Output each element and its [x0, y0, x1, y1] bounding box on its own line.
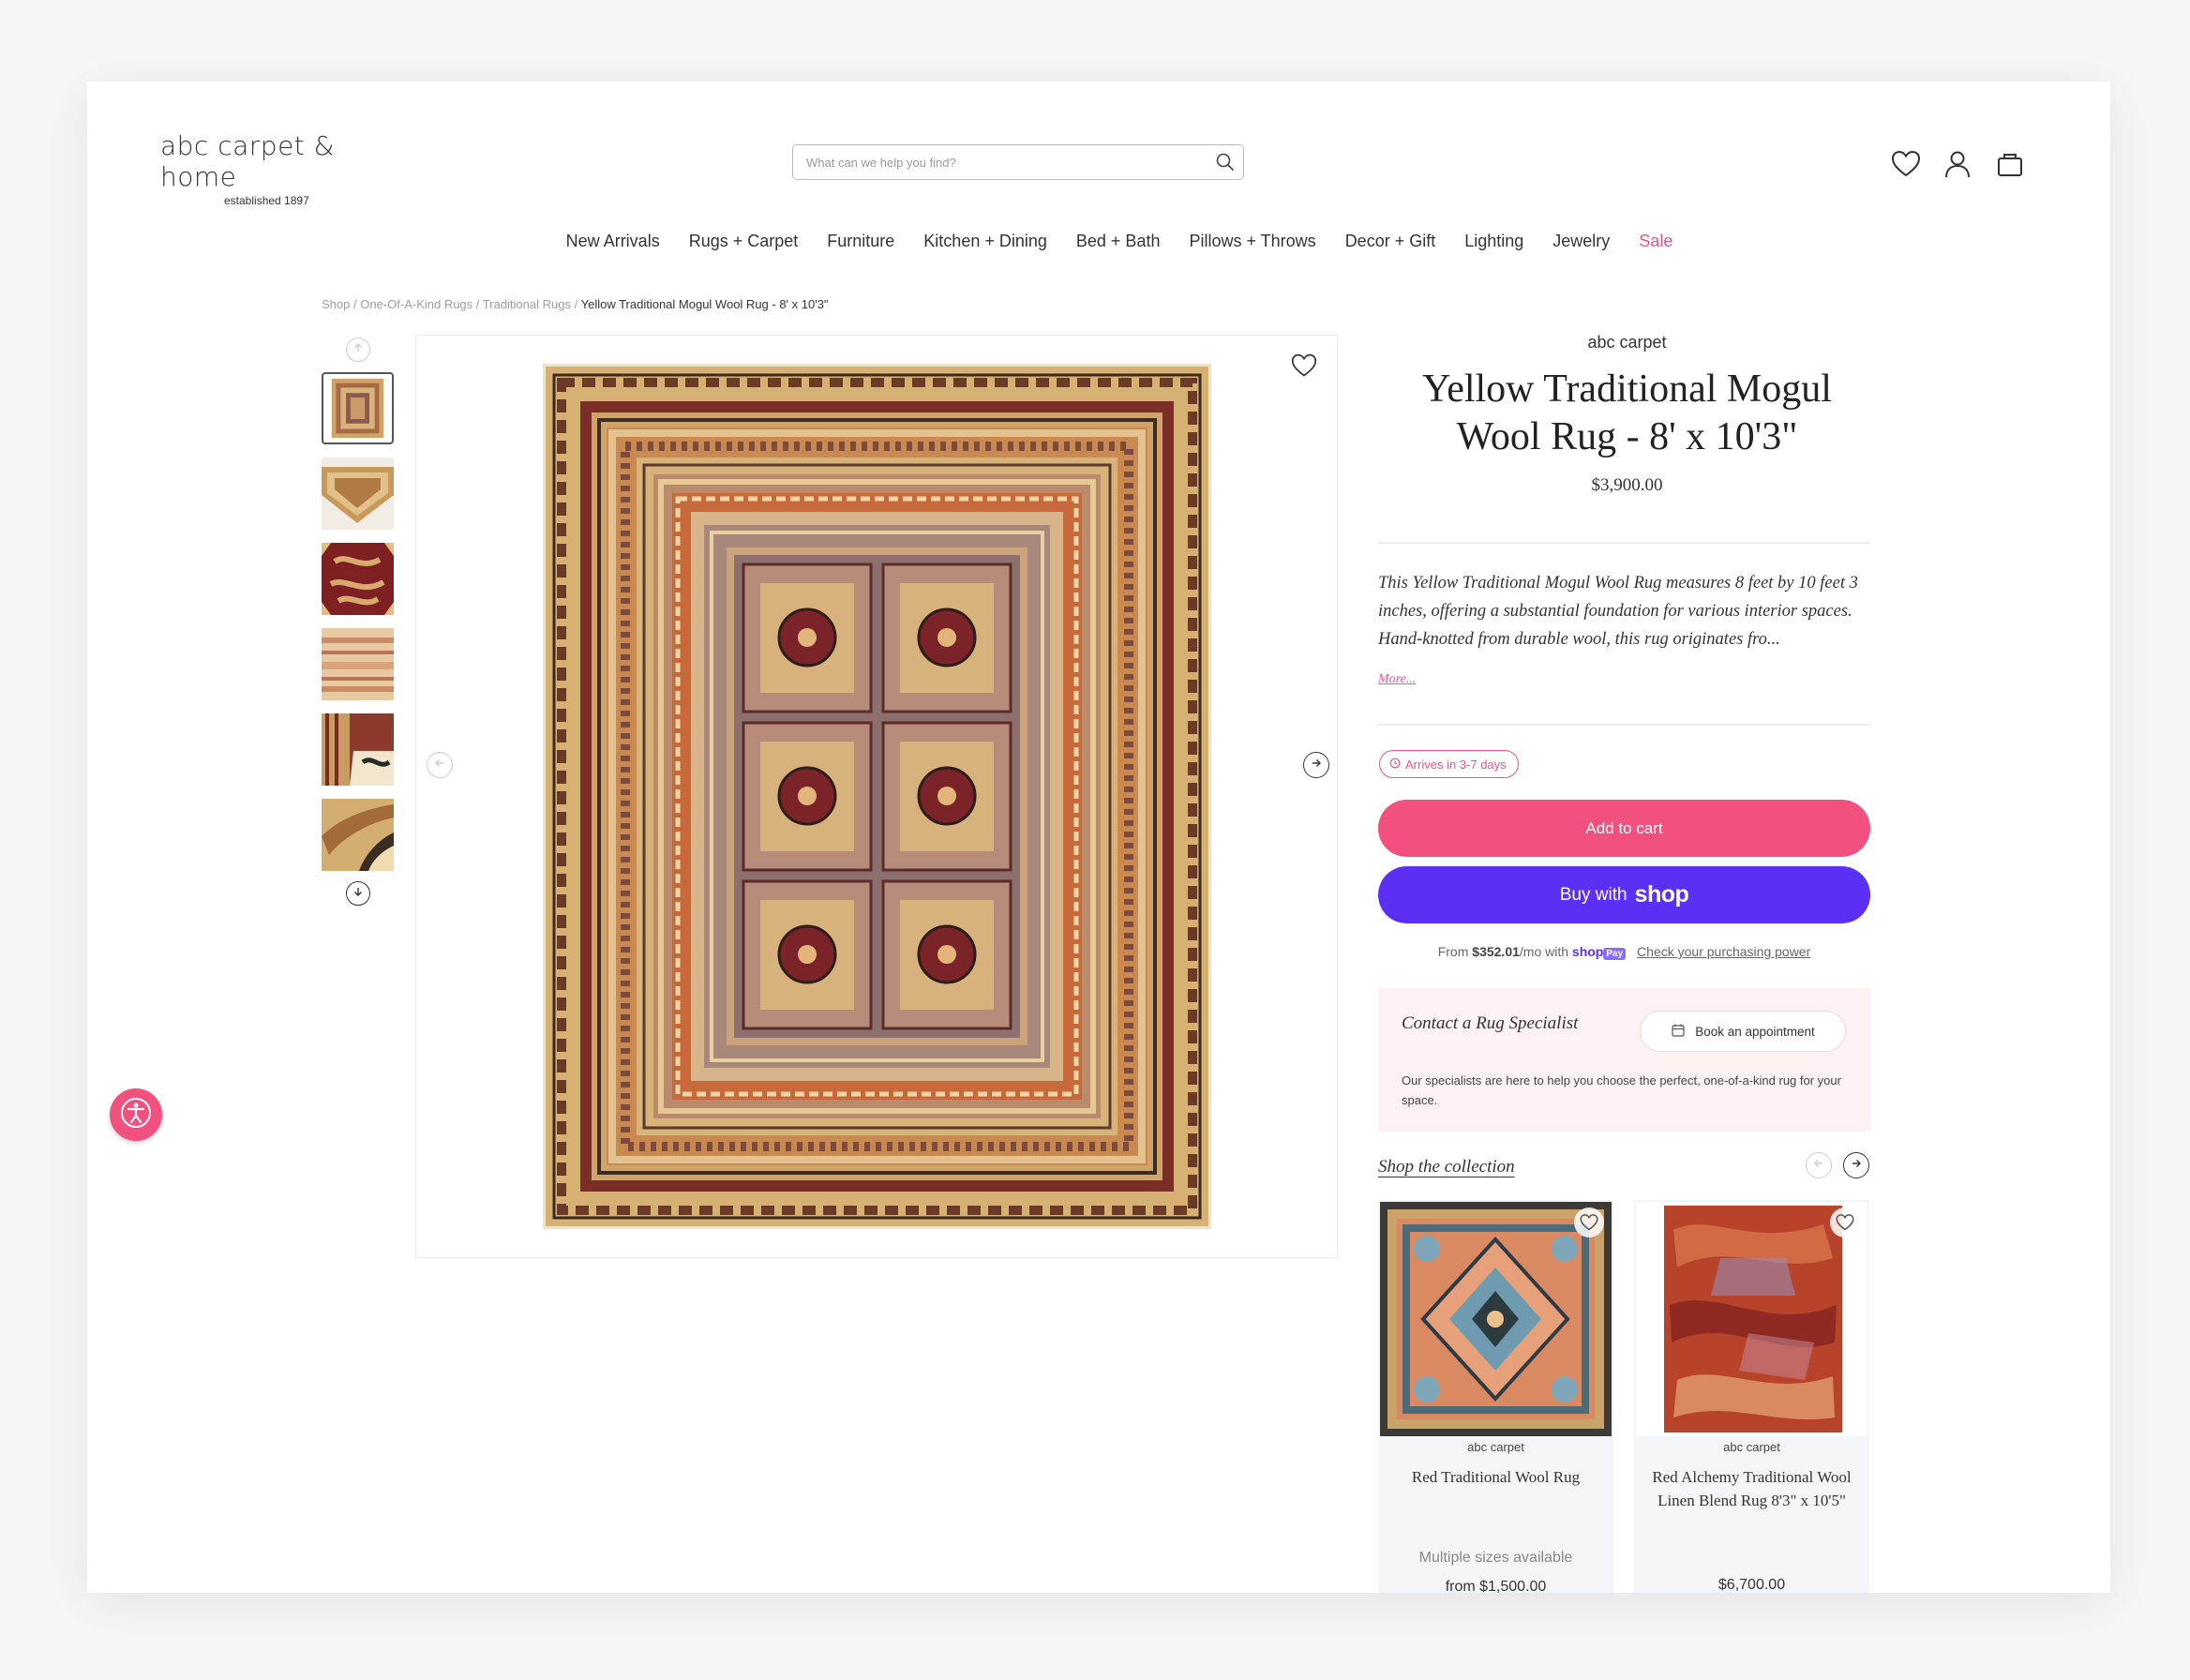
financing-prefix: From: [1437, 944, 1469, 959]
add-to-cart-label: Add to cart: [1585, 818, 1663, 837]
bag-icon[interactable]: [1993, 147, 2027, 181]
shop-logo: shop: [1634, 881, 1689, 908]
nav-pillows-throws[interactable]: Pillows + Throws: [1189, 232, 1315, 251]
product-card-image: [1636, 1202, 1868, 1436]
page: abc carpet & home established 1897 New A…: [87, 82, 2110, 1593]
delivery-text: Arrives in 3-7 days: [1405, 757, 1507, 772]
add-to-cart-button[interactable]: Add to cart: [1378, 800, 1870, 857]
book-appointment-button[interactable]: Book an appointment: [1640, 1011, 1846, 1052]
product-title: Yellow Traditional Mogul Wool Rug - 8' x…: [1422, 368, 1832, 458]
nav-rugs-carpet[interactable]: Rugs + Carpet: [689, 232, 799, 251]
product-card[interactable]: abc carpet Red Alchemy Traditional Wool …: [1634, 1200, 1869, 1593]
financing-info: From $352.01/mo with shop Pay Check your …: [1378, 944, 1870, 960]
specialist-text: Our specialists are here to help you cho…: [1402, 1073, 1841, 1107]
arrow-down-icon: [352, 885, 364, 902]
divider: [1378, 724, 1870, 726]
product-card-image: [1380, 1202, 1612, 1436]
nav-bed-bath[interactable]: Bed + Bath: [1076, 232, 1161, 251]
main-nav: New Arrivals Rugs + Carpet Furniture Kit…: [87, 232, 2110, 251]
thumbnail-5[interactable]: [322, 713, 394, 786]
purchasing-power-link[interactable]: Check your purchasing power: [1637, 944, 1810, 959]
financing-suffix: /mo with: [1519, 944, 1569, 959]
heart-icon[interactable]: [1574, 1208, 1604, 1238]
collection-prev-button[interactable]: [1806, 1152, 1832, 1178]
shop-pay-logo: shop: [1571, 944, 1604, 959]
financing-amount: $352.01: [1472, 944, 1520, 959]
breadcrumb-traditional[interactable]: Traditional Rugs: [483, 297, 571, 311]
heart-icon[interactable]: [1889, 147, 1923, 181]
collection-next-button[interactable]: [1843, 1152, 1869, 1178]
thumbnail-2[interactable]: [322, 458, 394, 530]
accessibility-button[interactable]: [110, 1088, 162, 1141]
arrow-right-icon: [1851, 1157, 1862, 1174]
site-logo[interactable]: abc carpet & home established 1897: [160, 130, 404, 207]
breadcrumb: Shop / One-Of-A-Kind Rugs / Traditional …: [322, 297, 829, 311]
buy-with-label: Buy with: [1559, 884, 1628, 905]
product-card-brand: abc carpet: [1723, 1440, 1780, 1454]
arrow-up-icon: [352, 341, 364, 358]
breadcrumb-shop[interactable]: Shop: [322, 297, 350, 311]
nav-new-arrivals[interactable]: New Arrivals: [566, 232, 660, 251]
product-card-note: Multiple sizes available: [1418, 1550, 1573, 1566]
search-input[interactable]: [793, 145, 1202, 179]
rug-image: [543, 364, 1211, 1229]
clock-icon: [1389, 758, 1401, 772]
account-icon[interactable]: [1941, 147, 1974, 181]
breadcrumb-separator: /: [475, 297, 483, 311]
search-bar: [792, 144, 1244, 180]
description-more-link[interactable]: More...: [1378, 672, 1416, 687]
thumb-next-button[interactable]: [346, 881, 370, 906]
thumbnail-4[interactable]: [322, 628, 394, 700]
nav-decor-gift[interactable]: Decor + Gift: [1345, 232, 1436, 251]
collection-title[interactable]: Shop the collection: [1378, 1157, 1515, 1178]
nav-kitchen-dining[interactable]: Kitchen + Dining: [923, 232, 1047, 251]
image-prev-button[interactable]: [427, 752, 453, 778]
product-card[interactable]: abc carpet Red Traditional Wool Rug from…: [1378, 1200, 1613, 1593]
breadcrumb-one-of-a-kind[interactable]: One-Of-A-Kind Rugs: [360, 297, 472, 311]
calendar-icon: [1671, 1023, 1686, 1041]
heart-icon[interactable]: [1830, 1208, 1860, 1238]
arrow-left-icon: [1813, 1157, 1824, 1174]
thumbnail-1[interactable]: [322, 372, 394, 444]
product-card-price: from $1,500.00: [1445, 1579, 1547, 1593]
shop-pay-badge: Pay: [1603, 948, 1627, 960]
product-gallery: [415, 335, 1338, 1258]
thumbnail-6[interactable]: [322, 799, 394, 871]
specialist-title: Contact a Rug Specialist: [1402, 1013, 1579, 1033]
breadcrumb-separator: /: [574, 297, 581, 311]
product-card-name[interactable]: Red Alchemy Traditional Wool Linen Blend…: [1643, 1465, 1860, 1512]
product-brand[interactable]: abc carpet: [1381, 333, 1873, 352]
accessibility-icon: [120, 1097, 152, 1133]
nav-sale[interactable]: Sale: [1639, 232, 1672, 251]
nav-furniture[interactable]: Furniture: [827, 232, 894, 251]
thumb-prev-button[interactable]: [346, 338, 370, 362]
logo-name: abc carpet & home: [160, 130, 336, 192]
nav-jewelry[interactable]: Jewelry: [1552, 232, 1610, 251]
heart-icon[interactable]: [1290, 352, 1318, 383]
arrow-right-icon: [1311, 757, 1322, 773]
product-card-price: $6,700.00: [1718, 1577, 1786, 1593]
delivery-badge: Arrives in 3-7 days: [1379, 750, 1519, 778]
product-card-brand: abc carpet: [1467, 1440, 1524, 1454]
product-card-name[interactable]: Red Traditional Wool Rug: [1388, 1465, 1604, 1489]
image-next-button[interactable]: [1303, 752, 1329, 778]
specialist-panel: Contact a Rug Specialist Book an appoint…: [1378, 988, 1870, 1132]
arrow-left-icon: [434, 757, 445, 773]
divider: [1378, 542, 1870, 544]
search-icon[interactable]: [1215, 152, 1236, 177]
buy-with-shop-button[interactable]: Buy with shop: [1378, 866, 1870, 923]
logo-tagline: established 1897: [224, 194, 309, 207]
nav-lighting[interactable]: Lighting: [1464, 232, 1523, 251]
product-image: [543, 364, 1211, 1229]
product-price: $3,900.00: [1591, 475, 1663, 495]
thumbnail-3[interactable]: [322, 543, 394, 615]
breadcrumb-current: Yellow Traditional Mogul Wool Rug - 8' x…: [580, 297, 829, 311]
book-appointment-label: Book an appointment: [1695, 1024, 1815, 1039]
product-description: This Yellow Traditional Mogul Wool Rug m…: [1378, 574, 1858, 649]
